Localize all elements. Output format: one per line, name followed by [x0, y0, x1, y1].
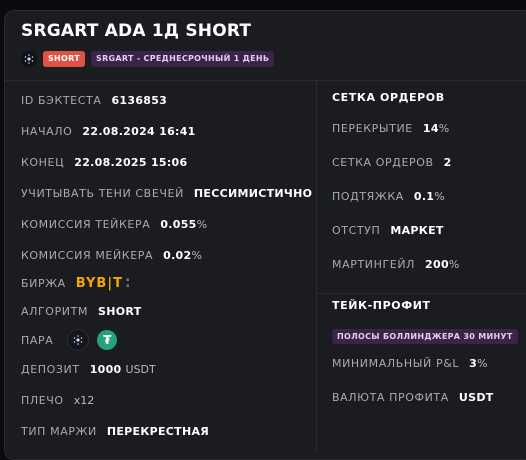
algorithm-label: АЛГОРИТМ	[21, 304, 89, 318]
tags-row: SHORT SRGART - СРЕДНЕСРОЧНЫЙ 1 ДЕНЬ	[21, 51, 275, 67]
profit-currency-row: ВАЛЮТА ПРОФИТА USDT	[332, 388, 494, 406]
offset-label: ОТСТУП	[332, 223, 381, 237]
start-label: НАЧАЛО	[21, 124, 73, 138]
orders-label: СЕТКА ОРДЕРОВ	[332, 155, 434, 169]
maker-fee-row: КОМИССИЯ МЕЙКЕРА 0.02%	[21, 246, 202, 264]
maker-fee-value: 0.02	[163, 248, 192, 262]
profit-currency-label: ВАЛЮТА ПРОФИТА	[332, 390, 449, 404]
bybit-logo-a: BYB	[75, 275, 108, 291]
deposit-row: ДЕПОЗИТ 1000 USDT	[21, 360, 156, 378]
end-label: КОНЕЦ	[21, 155, 65, 169]
pullup-row: ПОДТЯЖКА 0.1%	[332, 187, 445, 205]
exchange-label: БИРЖА	[21, 276, 66, 290]
shadows-label: УЧИТЫВАТЬ ТЕНИ СВЕЧЕЙ	[21, 186, 184, 200]
deposit-value: 1000	[89, 362, 122, 376]
deposit-unit: USDT	[125, 362, 156, 376]
martingale-value: 200	[425, 257, 449, 271]
algorithm-value: SHORT	[98, 304, 142, 318]
backtest-id-label: ID БЭКТЕСТА	[21, 93, 102, 107]
margin-type-row: ТИП МАРЖИ ПЕРЕКРЕСТНАЯ	[21, 422, 209, 440]
strategy-title: SRGART ADA 1Д SHORT	[21, 21, 252, 41]
end-value: 22.08.2025 15:06	[74, 155, 188, 169]
backtest-id-value: 6136853	[111, 93, 168, 107]
min-pnl-label: МИНИМАЛЬНЫЙ P&L	[332, 356, 460, 370]
min-pnl-unit: %	[477, 356, 488, 370]
end-row: КОНЕЦ 22.08.2025 15:06	[21, 153, 187, 171]
header-divider	[5, 80, 526, 81]
martingale-unit: %	[448, 257, 460, 271]
order-grid-title: СЕТКА ОРДЕРОВ	[332, 91, 445, 104]
backtest-card: SRGART ADA 1Д SHORT SHORT SRGART - СРЕДН…	[4, 10, 526, 460]
offset-row: ОТСТУП МАРКЕТ	[332, 221, 444, 239]
leverage-label: ПЛЕЧО	[21, 393, 64, 407]
cardano-icon	[21, 51, 37, 67]
pair-row: ПАРА ₮	[21, 329, 118, 351]
taker-fee-row: КОМИССИЯ ТЕЙКЕРА 0.055%	[21, 215, 207, 233]
martingale-row: МАРТИНГЕЙЛ 200%	[332, 255, 459, 273]
pair-label: ПАРА	[21, 333, 54, 347]
take-profit-badge-wrap: ПОЛОСЫ БОЛЛИНДЖЕРА 30 МИНУТ	[332, 324, 518, 344]
bybit-logo-b: T	[113, 275, 123, 291]
maker-fee-unit: %	[191, 248, 202, 262]
exchange-row: БИРЖА BYB|T ▪ ▪	[21, 274, 129, 292]
overlap-row: ПЕРЕКРЫТИЕ 14%	[332, 119, 449, 137]
bybit-logo-mark: ▪ ▪	[125, 277, 130, 289]
start-value: 22.08.2024 16:41	[82, 124, 196, 138]
orders-row: СЕТКА ОРДЕРОВ 2	[332, 153, 452, 171]
maker-fee-label: КОМИССИЯ МЕЙКЕРА	[21, 248, 154, 262]
margin-type-value: ПЕРЕКРЕСТНАЯ	[106, 424, 210, 438]
overlap-value: 14	[422, 121, 439, 135]
min-pnl-row: МИНИМАЛЬНЫЙ P&L 3%	[332, 354, 488, 372]
short-badge: SHORT	[43, 51, 86, 67]
deposit-label: ДЕПОЗИТ	[21, 362, 80, 376]
shadows-row: УЧИТЫВАТЬ ТЕНИ СВЕЧЕЙ ПЕССИМИСТИЧНО	[21, 184, 312, 202]
take-profit-badge: ПОЛОСЫ БОЛЛИНДЖЕРА 30 МИНУТ	[332, 329, 518, 344]
start-row: НАЧАЛО 22.08.2024 16:41	[21, 122, 196, 140]
offset-value: МАРКЕТ	[390, 223, 444, 237]
leverage-value: x12	[73, 393, 95, 407]
orders-value: 2	[443, 155, 452, 169]
pair-icons: ₮	[67, 329, 118, 351]
overlap-unit: %	[438, 121, 450, 135]
leverage-row: ПЛЕЧО x12	[21, 391, 94, 409]
tether-icon: ₮	[97, 330, 118, 350]
taker-fee-unit: %	[196, 217, 208, 231]
pullup-value: 0.1	[413, 189, 435, 203]
taker-fee-value: 0.055	[160, 217, 197, 231]
strategy-badge: SRGART - СРЕДНЕСРОЧНЫЙ 1 ДЕНЬ	[91, 51, 275, 67]
column-divider	[316, 81, 317, 453]
take-profit-divider	[317, 293, 526, 294]
taker-fee-label: КОМИССИЯ ТЕЙКЕРА	[21, 217, 151, 231]
algorithm-row: АЛГОРИТМ SHORT	[21, 302, 142, 320]
shadows-value: ПЕССИМИСТИЧНО	[193, 186, 313, 200]
overlap-label: ПЕРЕКРЫТИЕ	[332, 121, 413, 135]
cardano-icon	[67, 329, 90, 351]
profit-currency-value: USDT	[458, 390, 494, 404]
take-profit-title: ТЕЙК-ПРОФИТ	[332, 299, 431, 312]
min-pnl-value: 3	[469, 356, 478, 370]
pullup-label: ПОДТЯЖКА	[332, 189, 404, 203]
margin-type-label: ТИП МАРЖИ	[21, 424, 97, 438]
pullup-unit: %	[434, 189, 445, 203]
backtest-id-row: ID БЭКТЕСТА 6136853	[21, 91, 167, 109]
bybit-logo: BYB|T	[75, 275, 123, 291]
martingale-label: МАРТИНГЕЙЛ	[332, 257, 416, 271]
